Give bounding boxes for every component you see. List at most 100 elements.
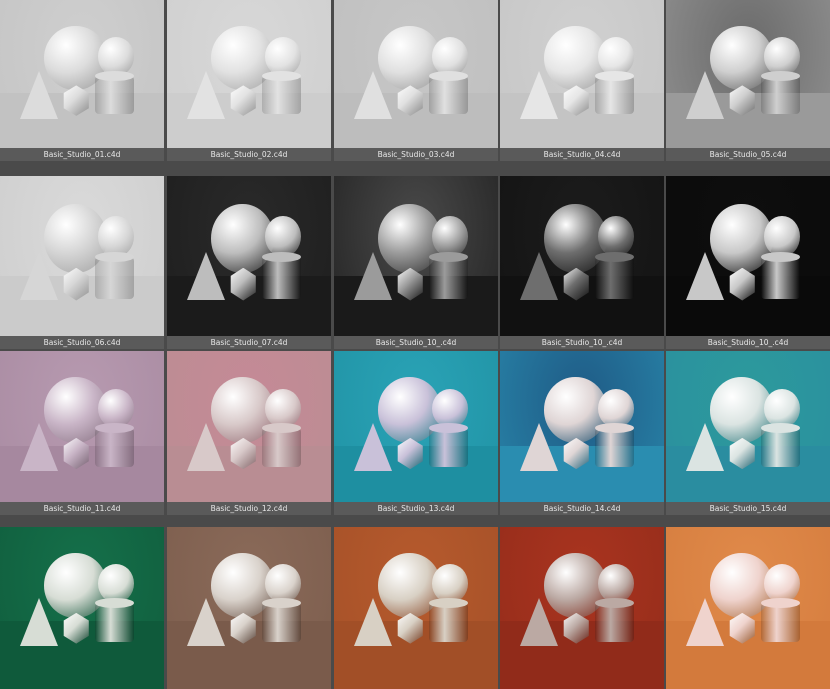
- cone-object: [685, 598, 724, 647]
- render-scene: [334, 351, 498, 515]
- cone-object: [685, 423, 724, 472]
- thumbnail-image: Basic_Studio_04.c4d: [500, 0, 664, 161]
- render-scene: [334, 176, 498, 349]
- cylinder-object: [595, 598, 635, 642]
- thumbnail-image: [0, 527, 164, 689]
- thumbnail-image: Basic_Studio_11.c4d: [0, 351, 164, 515]
- thumbnail-image: Basic_Studio_10_.c4d: [500, 176, 664, 349]
- thumbnail-image: [167, 527, 331, 689]
- thumbnail-image: Basic_Studio_10_.c4d: [666, 176, 830, 349]
- cylinder-object: [761, 598, 801, 642]
- thumbnail-1[interactable]: Basic_Studio_01.c4d: [0, 0, 164, 161]
- thumbnail-10[interactable]: Basic_Studio_10_.c4d: [666, 176, 830, 349]
- render-scene: [666, 0, 830, 161]
- render-scene: [334, 527, 498, 689]
- thumbnail-image: [666, 527, 830, 689]
- small-sphere-object: [764, 37, 801, 76]
- thumbnail-7[interactable]: Basic_Studio_07.c4d: [167, 176, 331, 349]
- thumbnail-4[interactable]: Basic_Studio_04.c4d: [500, 0, 664, 161]
- render-scene: [167, 351, 331, 515]
- thumbnail-19[interactable]: [500, 527, 664, 689]
- thumbnail-filename: Basic_Studio_04.c4d: [500, 148, 664, 161]
- render-preset-grid: Basic_Studio_01.c4d Basic_Studio_02.c4d Ba…: [0, 0, 830, 689]
- thumbnail-5[interactable]: Basic_Studio_05.c4d: [666, 0, 830, 161]
- small-sphere-object: [98, 37, 135, 76]
- cylinder-object: [761, 252, 801, 299]
- cylinder-object: [595, 423, 635, 468]
- cylinder-object: [429, 252, 469, 299]
- render-scene: [167, 527, 331, 689]
- cone-object: [519, 252, 558, 301]
- thumbnail-image: Basic_Studio_14.c4d: [500, 351, 664, 515]
- thumbnail-image: Basic_Studio_13.c4d: [334, 351, 498, 515]
- thumbnail-9[interactable]: Basic_Studio_10_.c4d: [500, 176, 664, 349]
- cylinder-object: [95, 252, 135, 299]
- thumbnail-filename: Basic_Studio_02.c4d: [167, 148, 331, 161]
- thumbnail-6[interactable]: Basic_Studio_06.c4d: [0, 176, 164, 349]
- thumbnail-17[interactable]: [167, 527, 331, 689]
- cone-object: [685, 70, 724, 119]
- render-scene: [167, 176, 331, 349]
- cylinder-object: [429, 423, 469, 468]
- cone-object: [186, 70, 225, 119]
- cone-object: [353, 70, 392, 119]
- thumbnail-13[interactable]: Basic_Studio_13.c4d: [334, 351, 498, 515]
- thumbnail-16[interactable]: [0, 527, 164, 689]
- cylinder-object: [262, 252, 302, 299]
- render-scene: [167, 0, 331, 161]
- cylinder-object: [95, 423, 135, 468]
- thumbnail-20[interactable]: [666, 527, 830, 689]
- render-scene: [334, 0, 498, 161]
- render-scene: [500, 176, 664, 349]
- render-scene: [500, 527, 664, 689]
- cylinder-object: [262, 423, 302, 468]
- thumbnail-15[interactable]: Basic_Studio_15.c4d: [666, 351, 830, 515]
- thumbnail-image: Basic_Studio_12.c4d: [167, 351, 331, 515]
- render-scene: [0, 527, 164, 689]
- thumbnail-filename: Basic_Studio_10_.c4d: [334, 336, 498, 349]
- thumbnail-filename: Basic_Studio_14.c4d: [500, 502, 664, 515]
- cone-object: [186, 423, 225, 472]
- small-sphere-object: [265, 215, 302, 258]
- cylinder-object: [95, 598, 135, 642]
- cone-object: [519, 423, 558, 472]
- thumbnail-filename: Basic_Studio_13.c4d: [334, 502, 498, 515]
- thumbnail-11[interactable]: Basic_Studio_11.c4d: [0, 351, 164, 515]
- render-scene: [666, 176, 830, 349]
- render-scene: [666, 527, 830, 689]
- cone-object: [519, 598, 558, 647]
- small-sphere-object: [598, 37, 635, 76]
- small-sphere-object: [764, 215, 801, 258]
- thumbnail-image: Basic_Studio_10_.c4d: [334, 176, 498, 349]
- thumbnail-filename: Basic_Studio_12.c4d: [167, 502, 331, 515]
- cone-object: [19, 423, 58, 472]
- thumbnail-18[interactable]: [334, 527, 498, 689]
- thumbnail-filename: Basic_Studio_11.c4d: [0, 502, 164, 515]
- thumbnail-14[interactable]: Basic_Studio_14.c4d: [500, 351, 664, 515]
- thumbnail-filename: Basic_Studio_06.c4d: [0, 336, 164, 349]
- cylinder-object: [761, 70, 801, 115]
- cylinder-object: [595, 252, 635, 299]
- thumbnail-image: Basic_Studio_07.c4d: [167, 176, 331, 349]
- thumbnail-3[interactable]: Basic_Studio_03.c4d: [334, 0, 498, 161]
- thumbnail-filename: Basic_Studio_05.c4d: [666, 148, 830, 161]
- small-sphere-object: [432, 37, 469, 76]
- thumbnail-2[interactable]: Basic_Studio_02.c4d: [167, 0, 331, 161]
- thumbnail-filename: Basic_Studio_10_.c4d: [500, 336, 664, 349]
- thumbnail-image: Basic_Studio_02.c4d: [167, 0, 331, 161]
- cylinder-object: [761, 423, 801, 468]
- thumbnail-8[interactable]: Basic_Studio_10_.c4d: [334, 176, 498, 349]
- cone-object: [186, 598, 225, 647]
- thumbnail-image: [334, 527, 498, 689]
- thumbnail-image: Basic_Studio_15.c4d: [666, 351, 830, 515]
- cylinder-object: [429, 598, 469, 642]
- small-sphere-object: [265, 37, 302, 76]
- thumbnail-image: [500, 527, 664, 689]
- cone-object: [353, 423, 392, 472]
- thumbnail-12[interactable]: Basic_Studio_12.c4d: [167, 351, 331, 515]
- thumbnail-image: Basic_Studio_05.c4d: [666, 0, 830, 161]
- thumbnail-image: Basic_Studio_06.c4d: [0, 176, 164, 349]
- thumbnail-filename: Basic_Studio_03.c4d: [334, 148, 498, 161]
- render-scene: [500, 351, 664, 515]
- cone-object: [353, 252, 392, 301]
